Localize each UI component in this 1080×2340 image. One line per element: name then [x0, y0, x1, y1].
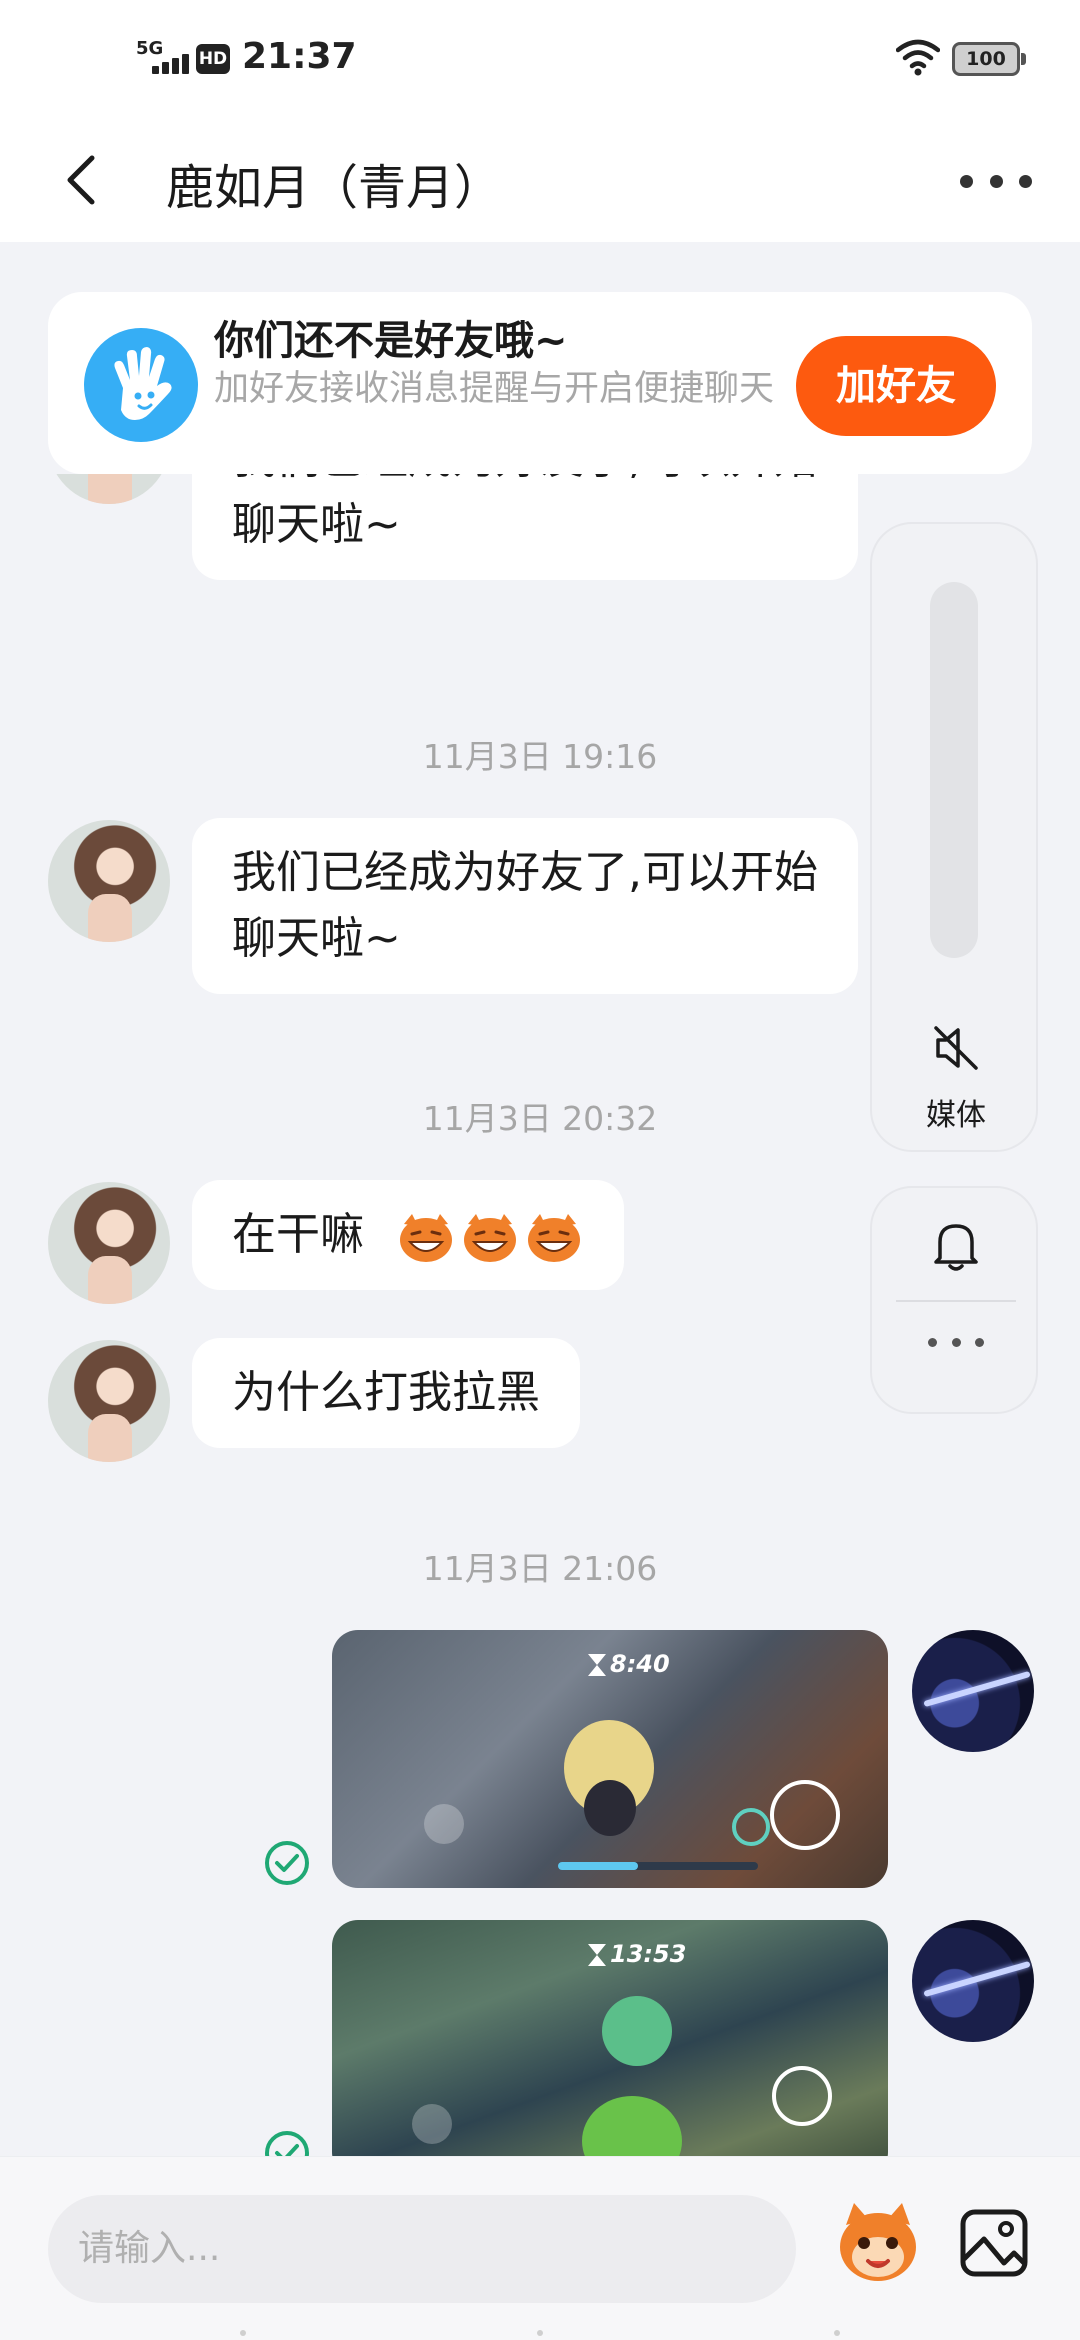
- wifi-icon: [896, 39, 940, 76]
- status-time: 21:37: [242, 36, 357, 77]
- avatar[interactable]: [912, 1630, 1034, 1752]
- network-type: 5G: [136, 38, 164, 59]
- friend-banner: 你们还不是好友哦~ 加好友接收消息提醒与开启便捷聊天 加好友: [48, 292, 1032, 474]
- avatar[interactable]: [48, 1182, 170, 1304]
- nav-indicator: [834, 2330, 840, 2336]
- input-bar: 请输入...: [0, 2156, 1080, 2340]
- grin-emoji-icon: [400, 1214, 580, 1262]
- avatar[interactable]: [912, 1920, 1034, 2042]
- hourglass-icon: [588, 1944, 606, 1966]
- tools-more-button[interactable]: [928, 1338, 984, 1352]
- bell-icon[interactable]: [928, 1216, 984, 1276]
- emoji-icon[interactable]: [832, 2197, 924, 2297]
- game-timer: 13:53: [610, 1940, 687, 1968]
- message-bubble[interactable]: 我们已经成为好友了,可以开始 聊天啦~: [192, 474, 858, 580]
- avatar[interactable]: [48, 1340, 170, 1462]
- back-arrow-icon: [67, 155, 95, 205]
- mute-icon[interactable]: [928, 1020, 984, 1076]
- add-friend-button[interactable]: 加好友: [796, 336, 996, 436]
- waving-hand-icon: [84, 328, 198, 442]
- divider: [896, 1300, 1016, 1302]
- timestamp: 11月3日 21:06: [422, 1549, 658, 1588]
- message-text: 聊天啦~: [232, 499, 401, 550]
- more-dots-icon: [928, 1338, 937, 1347]
- media-label: 媒体: [926, 1098, 986, 1133]
- nav-indicator: [240, 2330, 246, 2336]
- message-text: 我们已经成为好友了,可以开始: [232, 847, 818, 898]
- message-text: 聊天啦~: [232, 913, 401, 964]
- image-message[interactable]: 13:53: [332, 1920, 888, 2156]
- signal-icon: 5G: [136, 38, 192, 78]
- more-dots-icon: [960, 174, 973, 188]
- avatar[interactable]: [48, 474, 170, 504]
- message-text: 我们已经成为好友了,可以开始: [232, 474, 818, 492]
- back-button[interactable]: [52, 142, 112, 218]
- more-options-button[interactable]: [960, 156, 1032, 206]
- media-panel[interactable]: 媒体: [870, 522, 1038, 1152]
- avatar[interactable]: [48, 820, 170, 942]
- message-bubble[interactable]: 在干嘛: [192, 1180, 624, 1290]
- message-text: 在干嘛: [232, 1209, 364, 1260]
- hd-badge: HD: [196, 44, 230, 74]
- message-input[interactable]: 请输入...: [48, 2195, 796, 2303]
- tools-panel: [870, 1186, 1038, 1414]
- media-scroll-track[interactable]: [930, 582, 978, 958]
- message-text: 为什么打我拉黑: [232, 1367, 540, 1418]
- game-timer: 8:40: [610, 1650, 670, 1678]
- battery-indicator: 100: [952, 42, 1026, 76]
- nav-indicator: [537, 2330, 543, 2336]
- banner-title: 你们还不是好友哦~: [214, 318, 568, 364]
- image-message[interactable]: 8:40: [332, 1630, 888, 1888]
- check-icon: [265, 2131, 309, 2156]
- message-bubble[interactable]: 我们已经成为好友了,可以开始 聊天啦~: [192, 818, 858, 994]
- page-title: 鹿如月（青月）: [166, 160, 503, 216]
- chat-header: 鹿如月（青月）: [0, 120, 1080, 242]
- banner-subtitle: 加好友接收消息提醒与开启便捷聊天: [214, 369, 775, 409]
- image-icon[interactable]: [958, 2207, 1030, 2279]
- message-bubble[interactable]: 为什么打我拉黑: [192, 1338, 580, 1448]
- status-bar: 5G HD 21:37 100: [0, 0, 1080, 120]
- check-icon: [265, 1841, 309, 1885]
- hourglass-icon: [588, 1654, 606, 1676]
